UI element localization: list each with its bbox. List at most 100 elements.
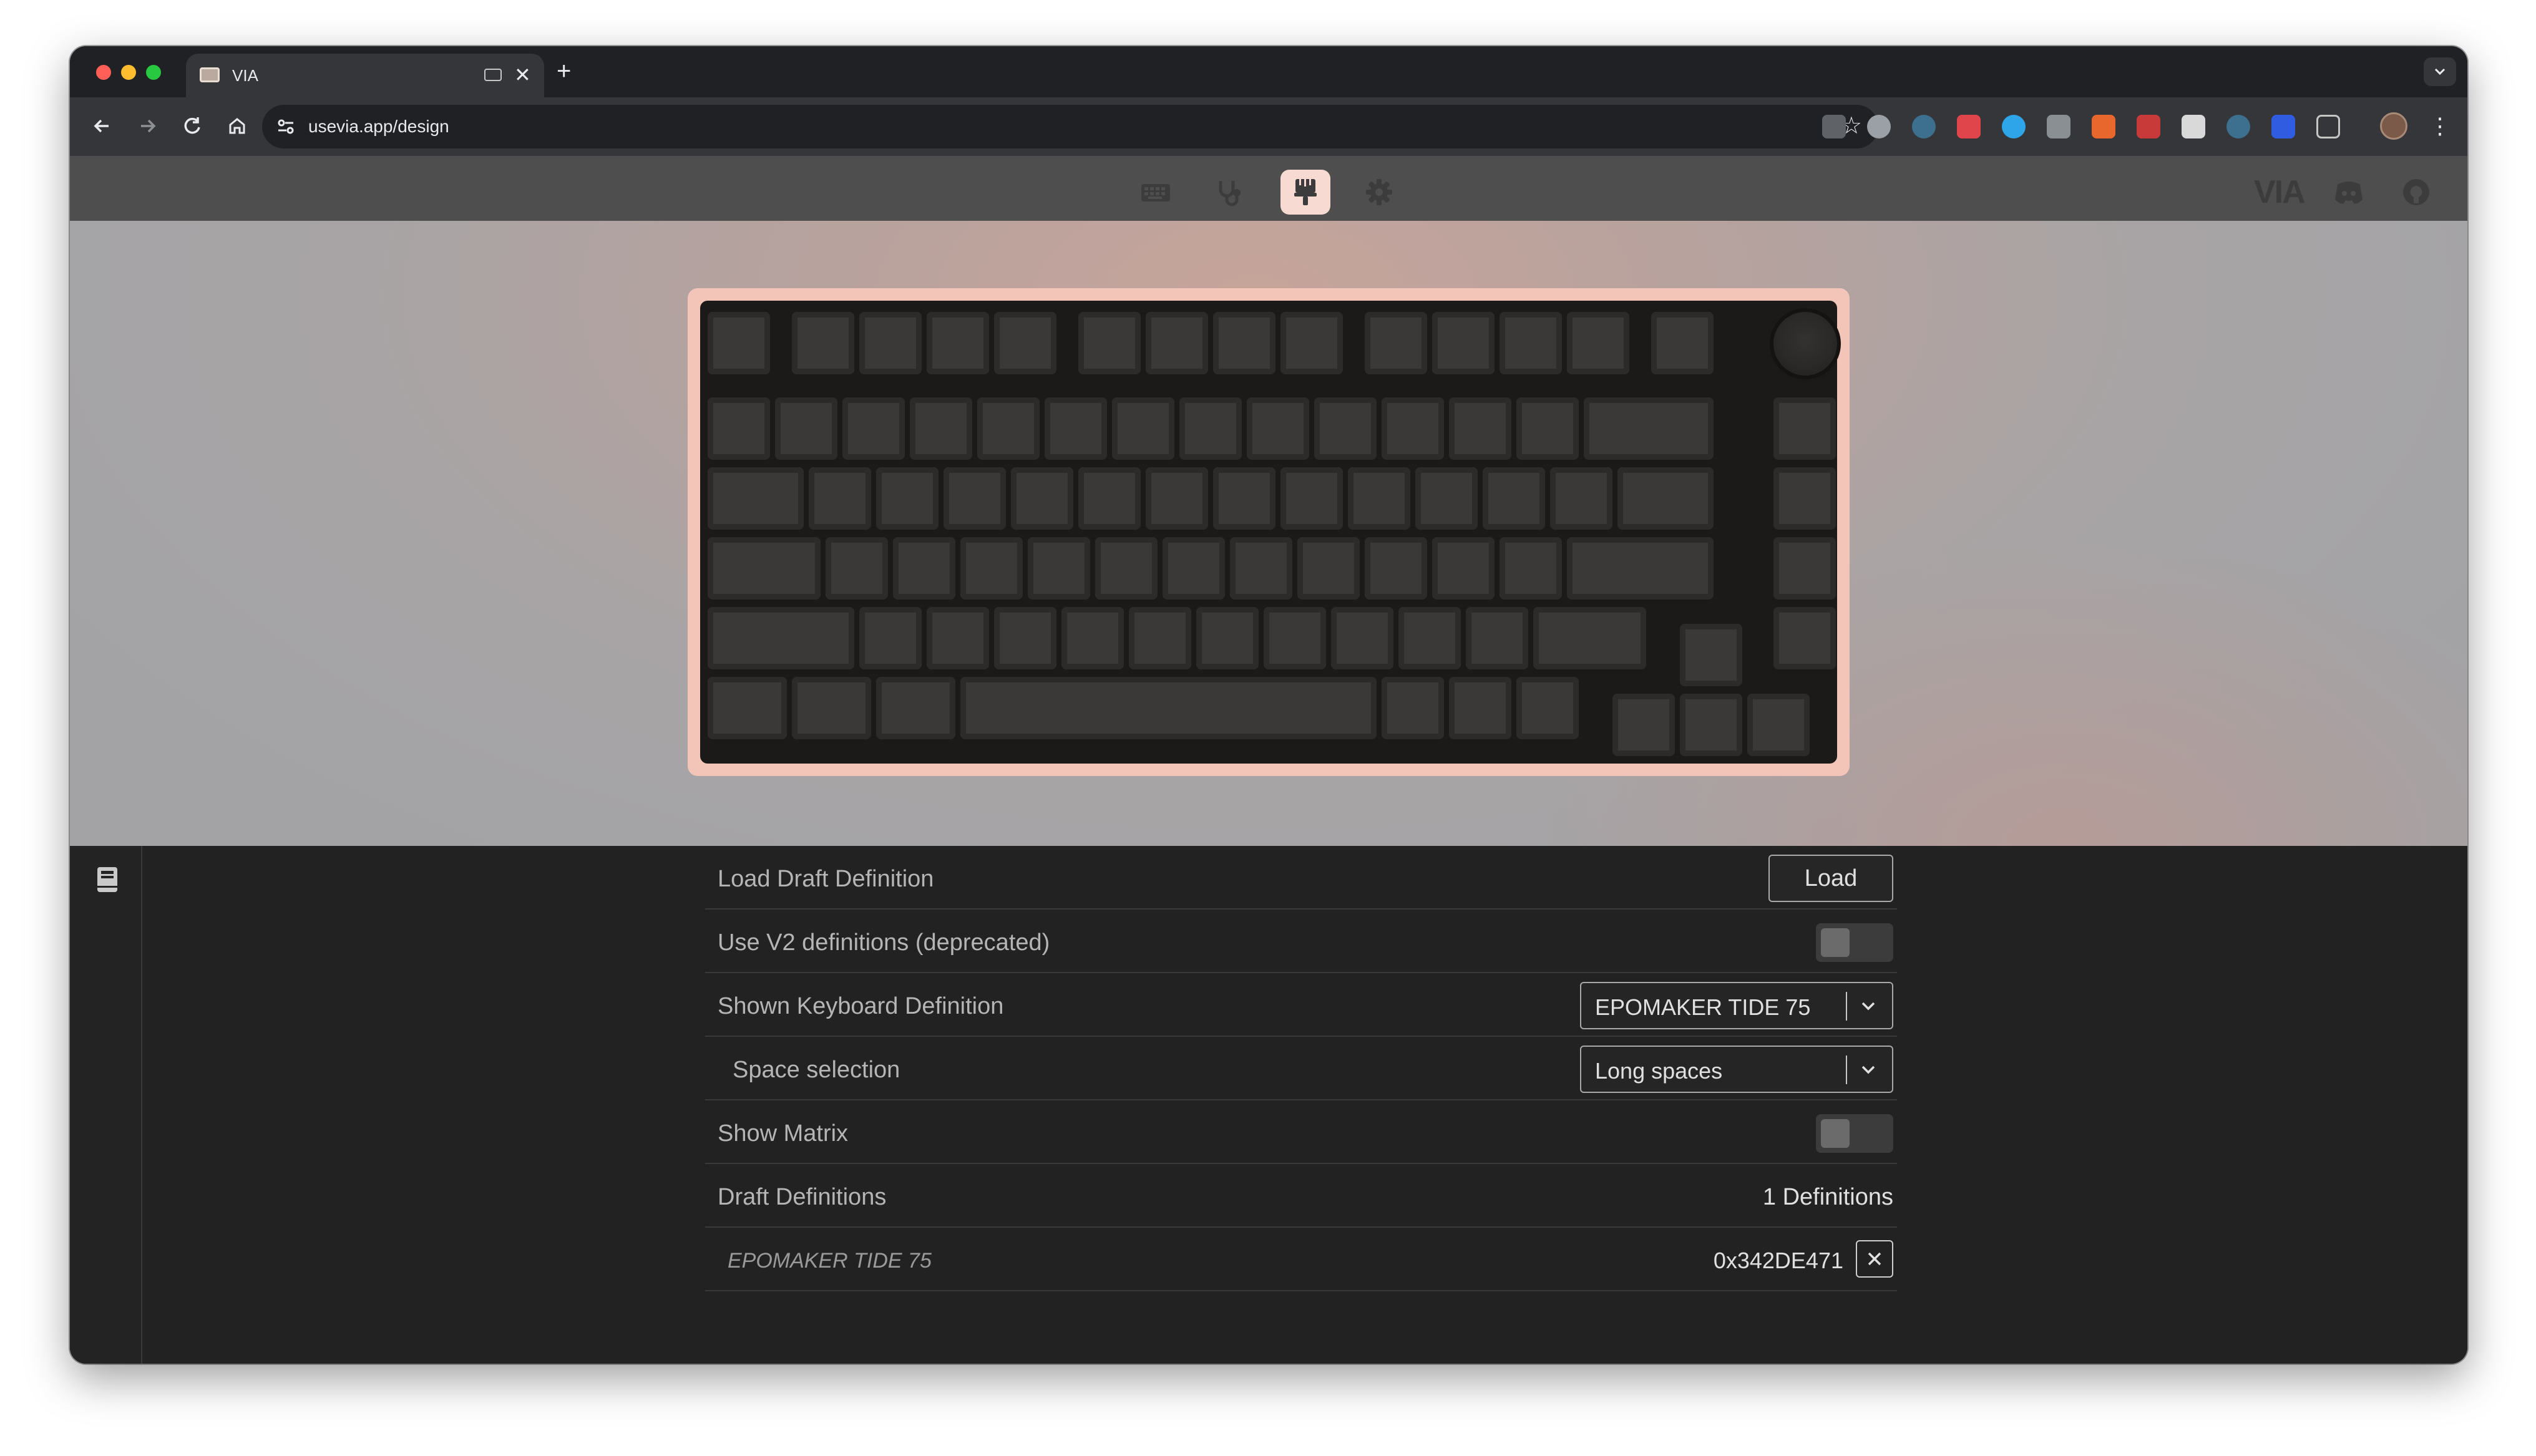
- keycap[interactable]: [1533, 607, 1646, 669]
- keycap[interactable]: [1449, 677, 1511, 739]
- keycap[interactable]: [1146, 467, 1208, 530]
- keycap[interactable]: [1612, 694, 1675, 756]
- nav-test[interactable]: [1204, 170, 1254, 215]
- keycap[interactable]: [876, 677, 955, 739]
- extension-icon[interactable]: [1822, 115, 1846, 138]
- bitwarden-icon[interactable]: [2271, 115, 2295, 138]
- extension-icon[interactable]: [2092, 115, 2115, 138]
- keycap[interactable]: [1061, 607, 1124, 669]
- close-window-button[interactable]: [96, 65, 111, 80]
- keycap[interactable]: [792, 677, 871, 739]
- keycap[interactable]: [708, 397, 770, 460]
- keycap[interactable]: [994, 607, 1056, 669]
- keycap[interactable]: [1773, 607, 1836, 669]
- keycap[interactable]: [1011, 467, 1073, 530]
- keycap[interactable]: [1651, 312, 1714, 374]
- minimize-window-button[interactable]: [121, 65, 136, 80]
- back-button[interactable]: [87, 111, 117, 141]
- browser-menu-icon[interactable]: ⋮: [2429, 111, 2451, 141]
- keycap[interactable]: [859, 607, 922, 669]
- load-button[interactable]: Load: [1768, 855, 1893, 902]
- keycap[interactable]: [977, 397, 1040, 460]
- keycap[interactable]: [1773, 397, 1836, 460]
- discord-link[interactable]: [2329, 170, 2369, 215]
- keycap[interactable]: [1045, 397, 1107, 460]
- space-selection-select[interactable]: Long spaces: [1580, 1046, 1893, 1093]
- keycap[interactable]: [960, 537, 1023, 599]
- keycap[interactable]: [1230, 537, 1292, 599]
- home-button[interactable]: [222, 111, 252, 141]
- keycap[interactable]: [1415, 467, 1478, 530]
- keycap[interactable]: [1483, 467, 1545, 530]
- keycap[interactable]: [1112, 397, 1174, 460]
- keycap[interactable]: [842, 397, 905, 460]
- keycap[interactable]: [859, 312, 922, 374]
- keycap[interactable]: [1500, 537, 1562, 599]
- forward-button[interactable]: [132, 111, 162, 141]
- keycap[interactable]: [1773, 467, 1836, 530]
- show-matrix-toggle[interactable]: [1816, 1114, 1893, 1153]
- keycap[interactable]: [1680, 694, 1742, 756]
- keycap[interactable]: [1264, 607, 1326, 669]
- extension-icon[interactable]: [2137, 115, 2160, 138]
- keycap[interactable]: [1179, 397, 1242, 460]
- keycap[interactable]: [1146, 312, 1208, 374]
- github-link[interactable]: [2396, 170, 2436, 215]
- keycap[interactable]: [1449, 397, 1511, 460]
- keycap[interactable]: [1028, 537, 1090, 599]
- keycap[interactable]: [1567, 537, 1714, 599]
- keycap[interactable]: [927, 607, 989, 669]
- keycap[interactable]: [1213, 467, 1275, 530]
- keycap[interactable]: [1365, 312, 1427, 374]
- tab-media-icon[interactable]: [484, 69, 502, 81]
- keycap[interactable]: [876, 467, 939, 530]
- tab-search-button[interactable]: [2424, 57, 2456, 86]
- nav-settings[interactable]: [1354, 170, 1404, 215]
- keycap[interactable]: [1432, 312, 1495, 374]
- keycap[interactable]: [1297, 537, 1360, 599]
- keycap[interactable]: [1550, 467, 1612, 530]
- keycap[interactable]: [1196, 607, 1259, 669]
- keycap[interactable]: [708, 677, 787, 739]
- keycap[interactable]: [1095, 537, 1158, 599]
- keycap[interactable]: [809, 467, 871, 530]
- address-bar[interactable]: usevia.app/design ☆: [262, 105, 1878, 148]
- keycap[interactable]: [775, 397, 837, 460]
- keycap[interactable]: [1516, 397, 1579, 460]
- remove-draft-button[interactable]: [1856, 1240, 1893, 1278]
- nav-design[interactable]: [1280, 170, 1330, 215]
- keycap[interactable]: [708, 312, 770, 374]
- keycap[interactable]: [1382, 397, 1444, 460]
- keycap[interactable]: [708, 607, 854, 669]
- extension-icon[interactable]: [1867, 115, 1891, 138]
- book-icon[interactable]: [96, 866, 119, 893]
- keycap[interactable]: [910, 397, 972, 460]
- keycap[interactable]: [1466, 607, 1528, 669]
- shown-definition-select[interactable]: EPOMAKER TIDE 75: [1580, 982, 1893, 1029]
- maximize-window-button[interactable]: [146, 65, 161, 80]
- keycap[interactable]: [1516, 677, 1579, 739]
- keycap[interactable]: [1382, 677, 1444, 739]
- keycap[interactable]: [994, 312, 1056, 374]
- keycap[interactable]: [1365, 537, 1427, 599]
- extension-icon[interactable]: [2047, 115, 2070, 138]
- keycap[interactable]: [1567, 312, 1629, 374]
- keycap[interactable]: [1078, 467, 1141, 530]
- nav-configure[interactable]: [1131, 170, 1181, 215]
- rotary-knob[interactable]: [1773, 312, 1837, 376]
- keycap[interactable]: [1773, 537, 1836, 599]
- extension-icon[interactable]: [1912, 115, 1936, 138]
- keycap[interactable]: [1584, 397, 1714, 460]
- keycap[interactable]: [1348, 467, 1410, 530]
- keycap[interactable]: [1163, 537, 1225, 599]
- keycap[interactable]: [1500, 312, 1562, 374]
- keycap[interactable]: [944, 467, 1006, 530]
- extension-icon[interactable]: [2226, 115, 2250, 138]
- use-v2-toggle[interactable]: [1816, 923, 1893, 962]
- tab-close-icon[interactable]: ✕: [514, 62, 531, 87]
- profile-avatar[interactable]: [2380, 112, 2407, 140]
- keycap[interactable]: [1213, 312, 1275, 374]
- keycap[interactable]: [1398, 607, 1461, 669]
- keycap[interactable]: [1747, 694, 1810, 756]
- keycap[interactable]: [893, 537, 955, 599]
